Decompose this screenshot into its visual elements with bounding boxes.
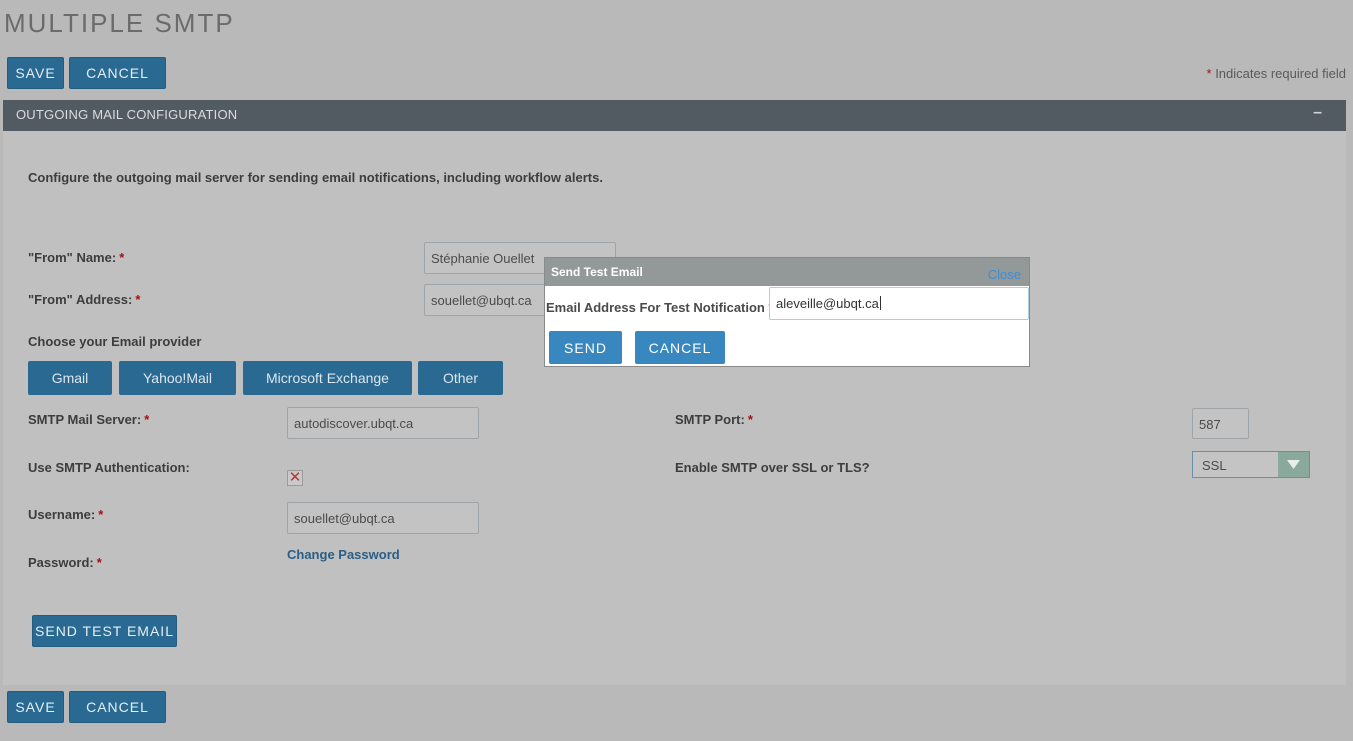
from-address-label: "From" Address: * bbox=[28, 292, 141, 307]
username-field[interactable]: souellet@ubqt.ca bbox=[287, 502, 479, 534]
password-label: Password: * bbox=[28, 555, 102, 570]
dialog-cancel-button[interactable]: CANCEL bbox=[635, 331, 725, 364]
ssl-select[interactable]: SSL bbox=[1192, 451, 1310, 478]
provider-label: Choose your Email provider bbox=[28, 334, 202, 349]
panel-title: OUTGOING MAIL CONFIGURATION bbox=[16, 107, 238, 122]
save-button-bottom[interactable]: SAVE bbox=[7, 691, 64, 723]
cancel-button-top[interactable]: CANCEL bbox=[69, 57, 166, 89]
panel-header[interactable]: OUTGOING MAIL CONFIGURATION – bbox=[3, 100, 1346, 131]
chevron-down-icon[interactable] bbox=[1278, 452, 1309, 477]
ssl-select-value: SSL bbox=[1202, 458, 1227, 473]
smtp-port-field[interactable]: 587 bbox=[1192, 408, 1249, 439]
test-email-label: Email Address For Test Notification * bbox=[546, 300, 774, 315]
smtp-port-label: SMTP Port: * bbox=[675, 412, 753, 427]
smtp-server-label: SMTP Mail Server: * bbox=[28, 412, 150, 427]
send-test-email-button[interactable]: SEND TEST EMAIL bbox=[32, 615, 177, 647]
dialog-send-button[interactable]: SEND bbox=[549, 331, 622, 364]
dialog-close-link[interactable]: Close bbox=[988, 267, 1021, 282]
panel-body bbox=[3, 131, 1346, 685]
ssl-label: Enable SMTP over SSL or TLS? bbox=[675, 460, 870, 475]
change-password-link[interactable]: Change Password bbox=[287, 547, 400, 562]
panel-description: Configure the outgoing mail server for s… bbox=[28, 170, 603, 185]
page-title: MULTIPLE SMTP bbox=[4, 8, 235, 38]
dialog-header: Send Test Email Close bbox=[545, 258, 1029, 286]
from-name-label: "From" Name: * bbox=[28, 250, 125, 265]
test-email-input[interactable]: aleveille@ubqt.ca bbox=[769, 287, 1029, 320]
provider-gmail-button[interactable]: Gmail bbox=[28, 361, 112, 395]
use-auth-label: Use SMTP Authentication: bbox=[28, 460, 190, 475]
collapse-icon[interactable]: – bbox=[1313, 104, 1322, 122]
provider-yahoo-button[interactable]: Yahoo!Mail bbox=[119, 361, 236, 395]
send-test-email-dialog: Send Test Email Close Email Address For … bbox=[544, 257, 1030, 367]
provider-exchange-button[interactable]: Microsoft Exchange bbox=[243, 361, 412, 395]
dialog-title: Send Test Email bbox=[551, 265, 643, 279]
use-auth-checkbox[interactable]: ✕ bbox=[287, 470, 303, 486]
cancel-button-bottom[interactable]: CANCEL bbox=[69, 691, 166, 723]
provider-other-button[interactable]: Other bbox=[418, 361, 503, 395]
username-label: Username: * bbox=[28, 507, 104, 522]
save-button-top[interactable]: SAVE bbox=[7, 57, 64, 89]
required-note: * Indicates required field bbox=[1206, 66, 1347, 81]
smtp-server-field[interactable]: autodiscover.ubqt.ca bbox=[287, 407, 479, 439]
